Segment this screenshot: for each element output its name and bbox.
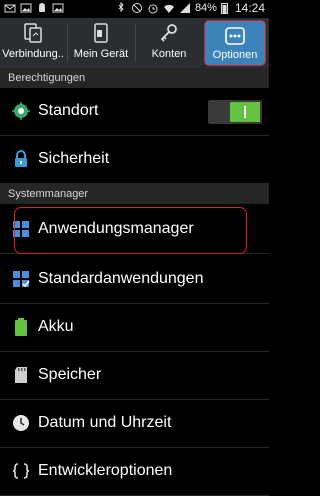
- section-header-permissions: Berechtigungen: [0, 68, 269, 88]
- item-label: Sicherheit: [38, 150, 110, 167]
- item-label: Datum und Uhrzeit: [38, 414, 172, 431]
- tab-label: Konten: [151, 48, 187, 60]
- list-item-entwickler[interactable]: Entwickleroptionen: [0, 448, 269, 496]
- section-header-system-manager: Systemmanager: [0, 184, 269, 204]
- status-bar: 84% 14:24: [0, 0, 269, 18]
- mute-icon: [131, 3, 142, 13]
- item-label: Entwickleroptionen: [38, 462, 173, 479]
- tab-connections[interactable]: Verbindung..: [0, 18, 66, 68]
- list-item-standort[interactable]: Standort: [0, 88, 269, 136]
- list-item-datum[interactable]: Datum und Uhrzeit: [0, 400, 269, 448]
- location-icon: [12, 102, 30, 120]
- signal-icon: [179, 3, 190, 13]
- tab-label: Verbindung..: [2, 48, 64, 60]
- tab-label: Optionen: [212, 49, 258, 61]
- clock-icon: [13, 415, 29, 431]
- tab-options[interactable]: Optionen: [204, 20, 266, 66]
- image-icon: [20, 3, 32, 13]
- location-toggle[interactable]: [208, 100, 262, 124]
- device-icon: [94, 23, 108, 43]
- item-label: Akku: [38, 318, 74, 335]
- list-item-speicher[interactable]: Speicher: [0, 352, 269, 400]
- list-item-standardanwendungen[interactable]: Standardanwendungen: [0, 256, 269, 304]
- item-label: Standardanwendungen: [38, 270, 204, 287]
- android-icon: [39, 3, 45, 12]
- email-icon: [4, 4, 16, 13]
- battery-icon: [220, 3, 228, 14]
- item-label: Speicher: [38, 366, 102, 383]
- list-item-akku[interactable]: Akku: [0, 304, 269, 352]
- bluetooth-icon: [118, 2, 124, 13]
- lock-icon: [15, 150, 27, 167]
- battery-item-icon: [15, 318, 27, 336]
- alarm-icon: [148, 4, 158, 14]
- clock: 14:24: [234, 1, 265, 15]
- developer-icon: [12, 463, 30, 479]
- battery-level: 84%: [194, 2, 217, 14]
- item-label: Standort: [38, 102, 99, 119]
- tab-my-device[interactable]: Mein Gerät: [68, 18, 134, 68]
- tab-label: Mein Gerät: [73, 48, 129, 60]
- connections-icon: [24, 23, 42, 43]
- list-item-sicherheit[interactable]: Sicherheit: [0, 136, 269, 184]
- default-apps-icon: [13, 271, 30, 288]
- wifi-icon: [163, 4, 174, 13]
- highlight-box: [14, 207, 247, 254]
- tab-accounts[interactable]: Konten: [136, 18, 202, 68]
- tab-bar: Verbindung.. Mein Gerät Konten Optionen: [0, 18, 269, 69]
- sd-card-icon: [15, 367, 27, 383]
- key-icon: [160, 24, 177, 42]
- image2-icon: [52, 3, 64, 13]
- more-options-icon: [225, 27, 245, 45]
